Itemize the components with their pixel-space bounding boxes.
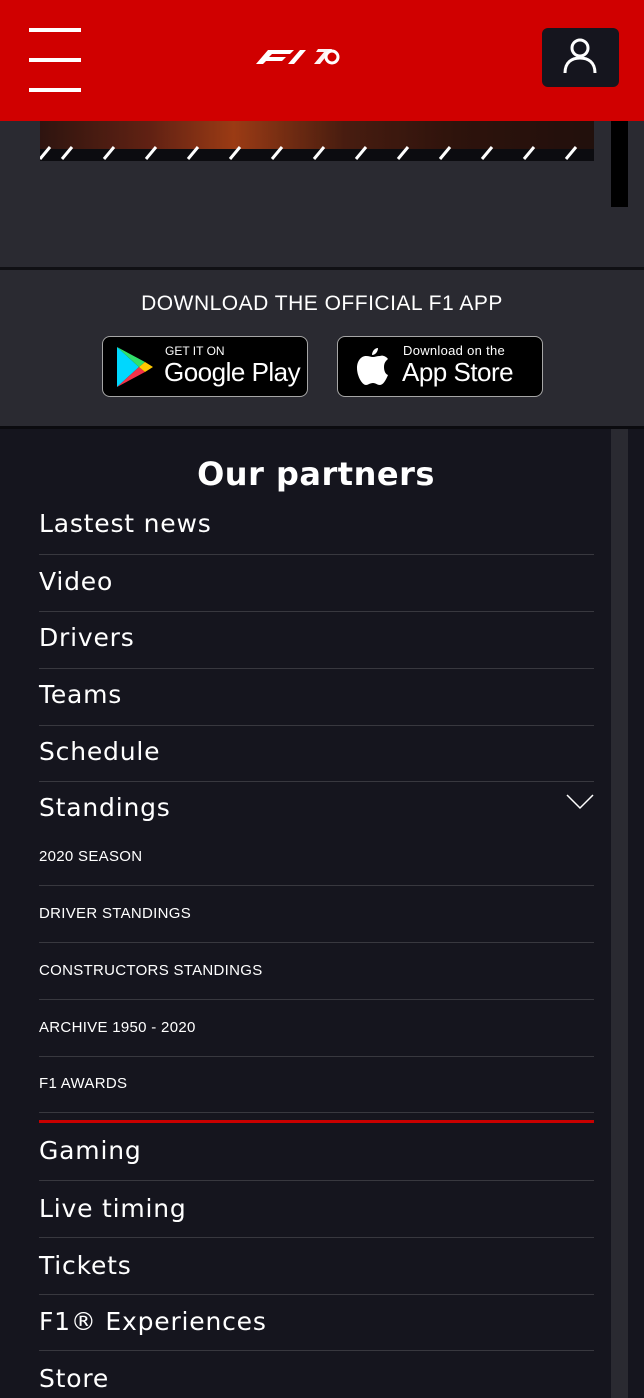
google-play-button[interactable]: GET IT ON Google Play [102,336,308,397]
menu-item-schedule[interactable]: Schedule [39,726,594,782]
menu-item-label: Schedule [39,737,161,766]
account-button[interactable] [542,28,619,87]
menu-item-standings[interactable]: Standings [39,782,594,829]
hero-image-strip [40,121,594,161]
app-download-section: DOWNLOAD THE OFFICIAL F1 APP GET IT ON G… [0,270,644,426]
standings-sub-constructors-standings[interactable]: CONSTRUCTORS STANDINGS [39,943,594,1000]
app-store-label: App Store [402,357,514,387]
menu-item-f1-experiences[interactable]: F1® Experiences [39,1295,594,1351]
google-play-icon [117,347,153,387]
sub-item-label: ARCHIVE 1950 - 2020 [39,1019,196,1036]
menu-item-label: Gaming [39,1136,142,1165]
standings-sub-f1-awards[interactable]: F1 AWARDS [39,1057,594,1113]
menu-item-label: Store [39,1364,110,1393]
menu-scrollbar[interactable] [611,429,628,1398]
app-store-small-label: Download on the [403,343,506,358]
app-download-title: DOWNLOAD THE OFFICIAL F1 APP [141,292,503,315]
menu-item-label: Live timing [39,1194,187,1223]
apple-icon [357,348,388,385]
partners-title: Our partners [197,455,435,493]
standings-sub-driver-standings[interactable]: DRIVER STANDINGS [39,886,594,943]
sub-item-label: 2020 SEASON [39,848,143,865]
menu-item-tickets[interactable]: Tickets [39,1238,594,1295]
menu-item-label: Standings [39,793,171,822]
standings-sub-2020-season[interactable]: 2020 SEASON [39,829,594,886]
menu-item-label: Lastest news [39,509,212,538]
menu-item-store[interactable]: Store [39,1351,594,1398]
menu-item-video[interactable]: Video [39,555,594,612]
menu-item-drivers[interactable]: Drivers [39,612,594,669]
google-play-small-label: GET IT ON [165,344,225,358]
google-play-label: Google Play [164,357,301,387]
menu-item-gaming[interactable]: Gaming [39,1123,594,1181]
menu-item-teams[interactable]: Teams [39,669,594,726]
menu-item-label: Tickets [39,1251,132,1280]
menu-item-live-timing[interactable]: Live timing [39,1181,594,1238]
f1-logo[interactable] [254,44,342,68]
menu-item-latest-news[interactable]: Lastest news [39,499,594,555]
sub-item-label: DRIVER STANDINGS [39,905,192,922]
hero-scrollbar[interactable] [611,121,628,207]
hamburger-icon[interactable] [29,28,81,94]
menu-item-label: Video [39,567,114,596]
sub-item-label: F1 AWARDS [39,1075,128,1092]
user-icon [563,38,597,74]
top-header [0,0,644,121]
footer-menu: Our partners Lastest news Video Drivers … [0,429,644,1398]
app-store-button[interactable]: Download on the App Store [337,336,543,397]
menu-item-label: Teams [39,680,123,709]
chevron-down-icon[interactable] [566,794,594,810]
standings-sub-archive[interactable]: ARCHIVE 1950 - 2020 [39,1000,594,1057]
sub-item-label: CONSTRUCTORS STANDINGS [39,962,263,979]
menu-item-label: F1® Experiences [39,1307,267,1336]
menu-item-label: Drivers [39,623,135,652]
hero-area [0,121,644,267]
